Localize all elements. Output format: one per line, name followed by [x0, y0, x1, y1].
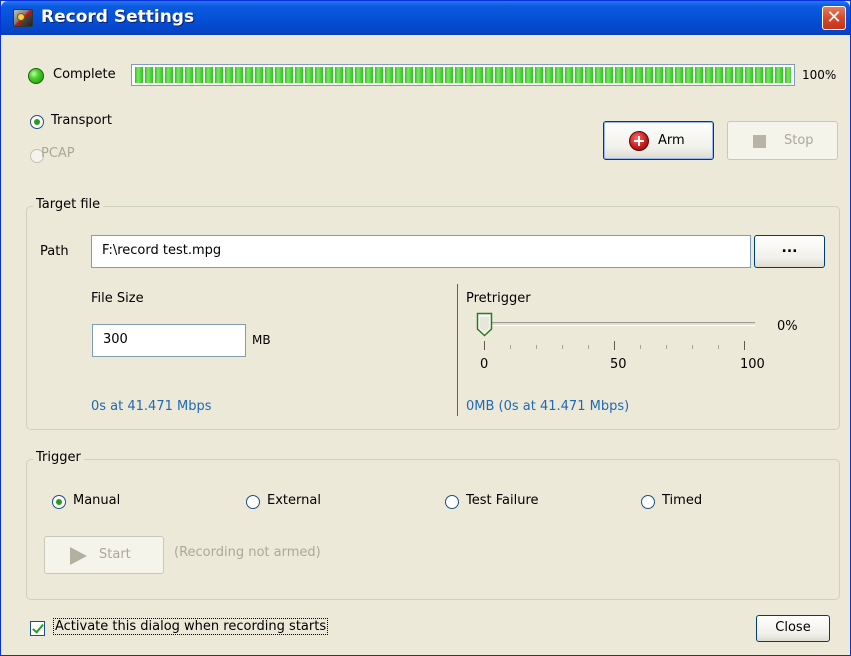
pretrigger-tick-label-0: 0 — [480, 357, 489, 372]
pretrigger-tick — [484, 341, 485, 350]
test-failure-label[interactable]: Test Failure — [466, 493, 539, 508]
pretrigger-label: Pretrigger — [466, 291, 531, 306]
progress-bar — [131, 64, 795, 86]
timed-radio[interactable] — [641, 495, 655, 509]
manual-radio[interactable] — [52, 495, 66, 509]
test-failure-radio[interactable] — [445, 495, 459, 509]
pretrigger-tick — [536, 345, 537, 349]
pretrigger-tick — [588, 345, 589, 349]
activate-dialog-checkbox[interactable] — [30, 621, 45, 636]
browse-button[interactable]: ... — [754, 235, 825, 268]
pretrigger-tick-label-100: 100 — [740, 357, 765, 372]
record-settings-dialog: Record Settings ✕ Complete 100% Transpor… — [0, 0, 851, 656]
external-radio[interactable] — [246, 495, 260, 509]
manual-label[interactable]: Manual — [73, 493, 120, 508]
trigger-group-title: Trigger — [33, 450, 84, 465]
arm-button[interactable]: Arm — [603, 121, 714, 160]
start-button-label: Start — [99, 547, 131, 562]
pretrigger-slider-track[interactable] — [479, 322, 755, 326]
trigger-group — [26, 459, 840, 600]
activate-dialog-label[interactable]: Activate this dialog when recording star… — [53, 618, 329, 635]
transport-radio[interactable] — [30, 115, 44, 129]
pcap-label: PCAP — [41, 146, 75, 161]
stop-square-icon — [753, 135, 766, 148]
status-led-icon — [28, 68, 44, 84]
pretrigger-tick — [718, 345, 719, 349]
pretrigger-slider-thumb[interactable] — [476, 312, 493, 337]
window-title: Record Settings — [41, 7, 195, 27]
target-file-divider — [457, 284, 458, 416]
file-size-label: File Size — [91, 291, 144, 306]
pretrigger-info: 0MB (0s at 41.471 Mbps) — [466, 399, 630, 414]
file-size-unit: MB — [252, 333, 271, 347]
progress-percent: 100% — [802, 68, 837, 82]
arm-button-label: Arm — [658, 133, 685, 148]
arm-plus-icon — [629, 131, 649, 151]
stop-button-label: Stop — [784, 133, 814, 148]
close-icon[interactable]: ✕ — [822, 6, 846, 30]
pretrigger-tick — [614, 341, 615, 350]
timed-label[interactable]: Timed — [662, 493, 702, 508]
transport-label[interactable]: Transport — [51, 113, 112, 128]
progress-bar-fill — [135, 67, 791, 83]
pretrigger-tick-label-50: 50 — [610, 357, 627, 372]
close-button[interactable]: Close — [756, 615, 830, 642]
pretrigger-tick — [692, 345, 693, 349]
pretrigger-tick — [640, 345, 641, 349]
start-button: Start — [44, 536, 164, 574]
external-label[interactable]: External — [267, 493, 321, 508]
title-bar[interactable]: Record Settings ✕ — [1, 1, 850, 35]
recording-status-text: (Recording not armed) — [174, 545, 321, 560]
play-icon — [70, 547, 87, 565]
pretrigger-tick — [666, 345, 667, 349]
stop-button: Stop — [727, 121, 838, 160]
path-label: Path — [40, 244, 69, 259]
progress-status-label: Complete — [53, 67, 116, 82]
record-app-icon — [13, 9, 33, 27]
path-input[interactable]: F:\record test.mpg — [91, 235, 751, 268]
file-size-input[interactable]: 300 — [92, 324, 246, 357]
pretrigger-tick — [562, 345, 563, 349]
pretrigger-tick — [744, 341, 745, 350]
target-file-group-title: Target file — [33, 197, 104, 212]
file-size-info: 0s at 41.471 Mbps — [91, 399, 212, 414]
pretrigger-tick — [510, 345, 511, 349]
pretrigger-percent: 0% — [777, 319, 798, 334]
